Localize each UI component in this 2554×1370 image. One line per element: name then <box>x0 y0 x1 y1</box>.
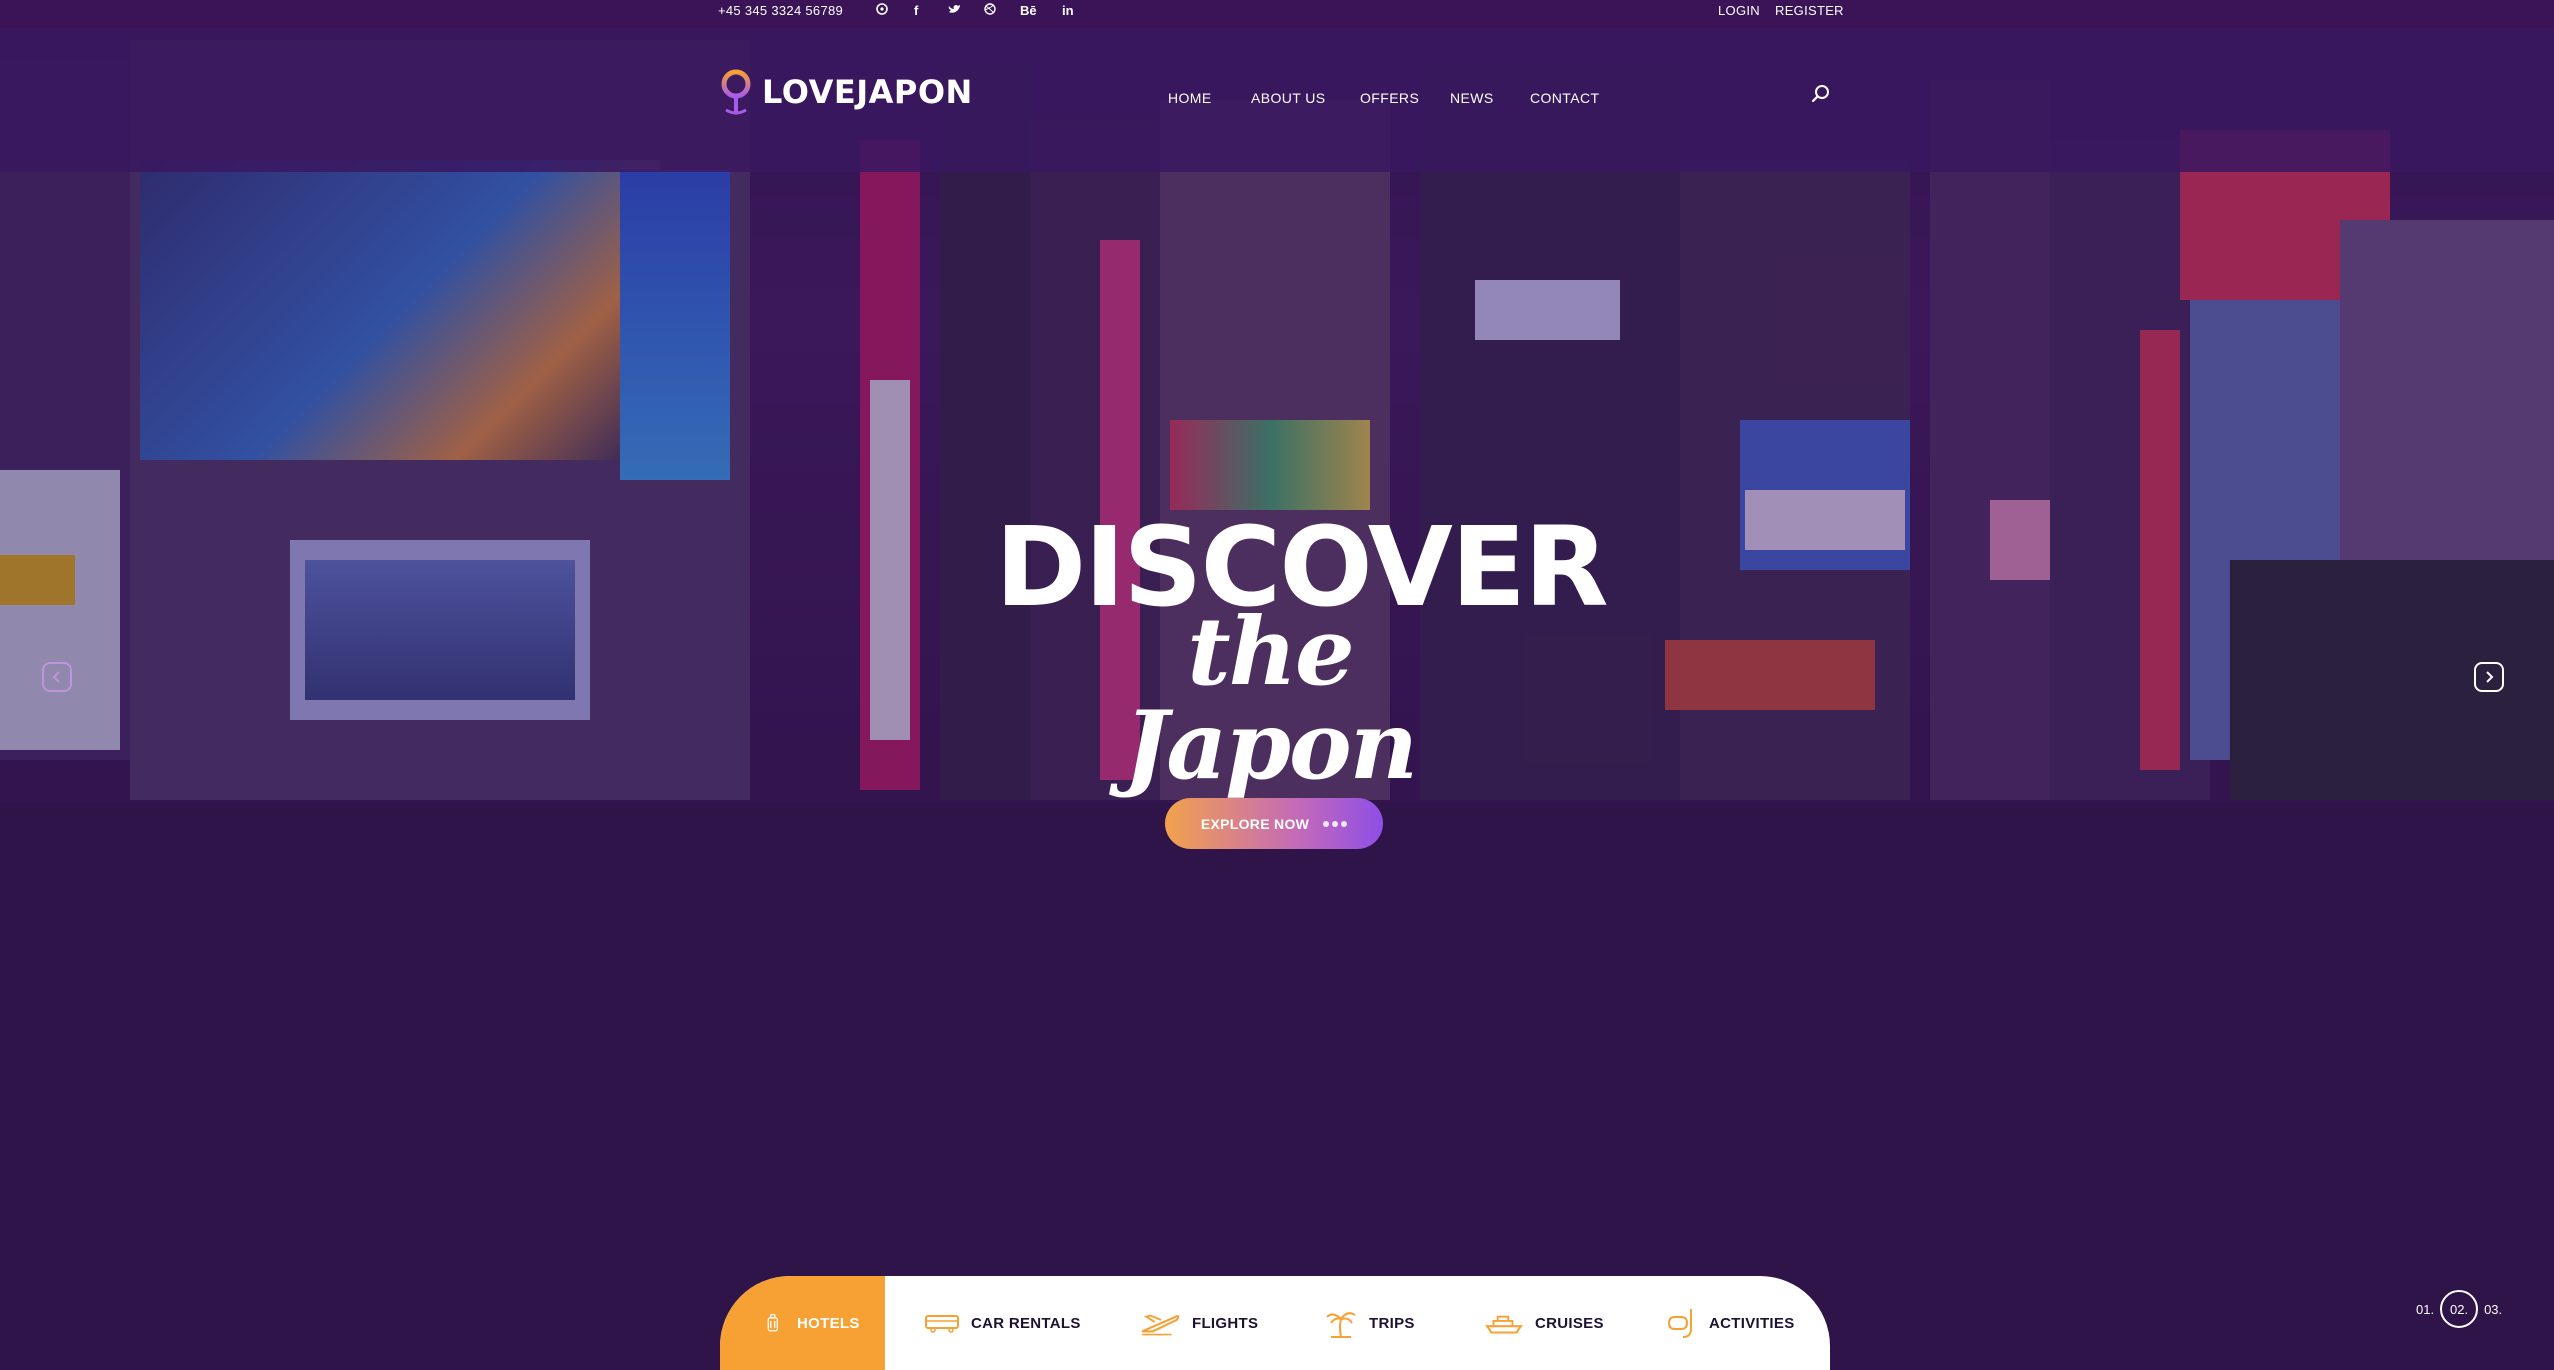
tab-activities[interactable]: ACTIVITIES <box>1665 1276 1795 1370</box>
logo-text: LOVEJAPON <box>762 73 973 111</box>
slide-pager: 01. 02. 03. <box>2416 1290 2502 1328</box>
slider-next-button[interactable] <box>2474 662 2504 692</box>
explore-now-label: EXPLORE NOW <box>1200 815 1310 832</box>
booking-tabs: HOTELS CAR RENTALS FLIGHTS TRIPS CRUISES… <box>720 1276 1830 1370</box>
luggage-icon <box>767 1313 778 1332</box>
snorkel-icon <box>1667 1309 1692 1338</box>
main-navbar: LOVEJAPON HOME ABOUT US OFFERS NEWS CONT… <box>0 28 2554 172</box>
slide-page-2[interactable]: 02. <box>2440 1290 2479 1328</box>
phone-number: +45 345 3324 56789 <box>718 3 844 18</box>
airplane-icon <box>1141 1314 1180 1336</box>
tab-car-rentals-label: CAR RENTALS <box>971 1314 1081 1332</box>
tab-hotels-label: HOTELS <box>797 1314 860 1332</box>
chevron-left-icon <box>52 671 60 683</box>
bus-icon <box>925 1315 959 1333</box>
tab-activities-label: ACTIVITIES <box>1709 1314 1795 1332</box>
tab-flights[interactable]: FLIGHTS <box>1140 1276 1258 1370</box>
dots-icon <box>1323 820 1348 827</box>
search-icon[interactable] <box>1810 83 1832 105</box>
nav-about-us[interactable]: ABOUT US <box>1251 90 1326 106</box>
tab-cruises-label: CRUISES <box>1535 1314 1604 1332</box>
tab-flights-label: FLIGHTS <box>1192 1314 1259 1332</box>
tab-cruises[interactable]: CRUISES <box>1485 1276 1604 1370</box>
explore-now-button[interactable]: EXPLORE NOW <box>1165 798 1383 849</box>
hero-subheadline: the Japon <box>1123 597 1418 801</box>
slide-page-3[interactable]: 03. <box>2484 1302 2502 1317</box>
palm-tree-icon <box>1326 1312 1356 1338</box>
map-pin-icon <box>721 69 751 115</box>
tab-trips[interactable]: TRIPS <box>1325 1276 1415 1370</box>
behance-icon[interactable]: Bē <box>1020 3 1037 18</box>
twitter-icon[interactable] <box>948 3 961 18</box>
slider-prev-button[interactable] <box>42 662 72 692</box>
tab-trips-label: TRIPS <box>1369 1314 1415 1332</box>
facebook-icon[interactable]: f <box>914 3 918 18</box>
site-logo[interactable]: LOVEJAPON <box>718 68 973 116</box>
linkedin-icon[interactable]: in <box>1062 3 1074 18</box>
nav-news[interactable]: NEWS <box>1450 90 1494 106</box>
nav-home[interactable]: HOME <box>1168 90 1212 106</box>
chevron-right-icon <box>2486 671 2494 683</box>
tab-hotels[interactable]: HOTELS <box>720 1276 885 1370</box>
login-link[interactable]: LOGIN <box>1718 3 1760 18</box>
dribbble-icon[interactable] <box>984 3 996 18</box>
tab-car-rentals[interactable]: CAR RENTALS <box>925 1276 1081 1370</box>
nav-contact[interactable]: CONTACT <box>1530 90 1599 106</box>
register-link[interactable]: REGISTER <box>1775 3 1844 18</box>
ship-icon <box>1485 1315 1523 1334</box>
pinterest-icon[interactable] <box>876 3 888 18</box>
top-bar: +45 345 3324 56789 f Bē in LOGIN REGISTE… <box>0 0 2554 28</box>
slide-page-1[interactable]: 01. <box>2416 1302 2434 1317</box>
nav-offers[interactable]: OFFERS <box>1360 90 1419 106</box>
